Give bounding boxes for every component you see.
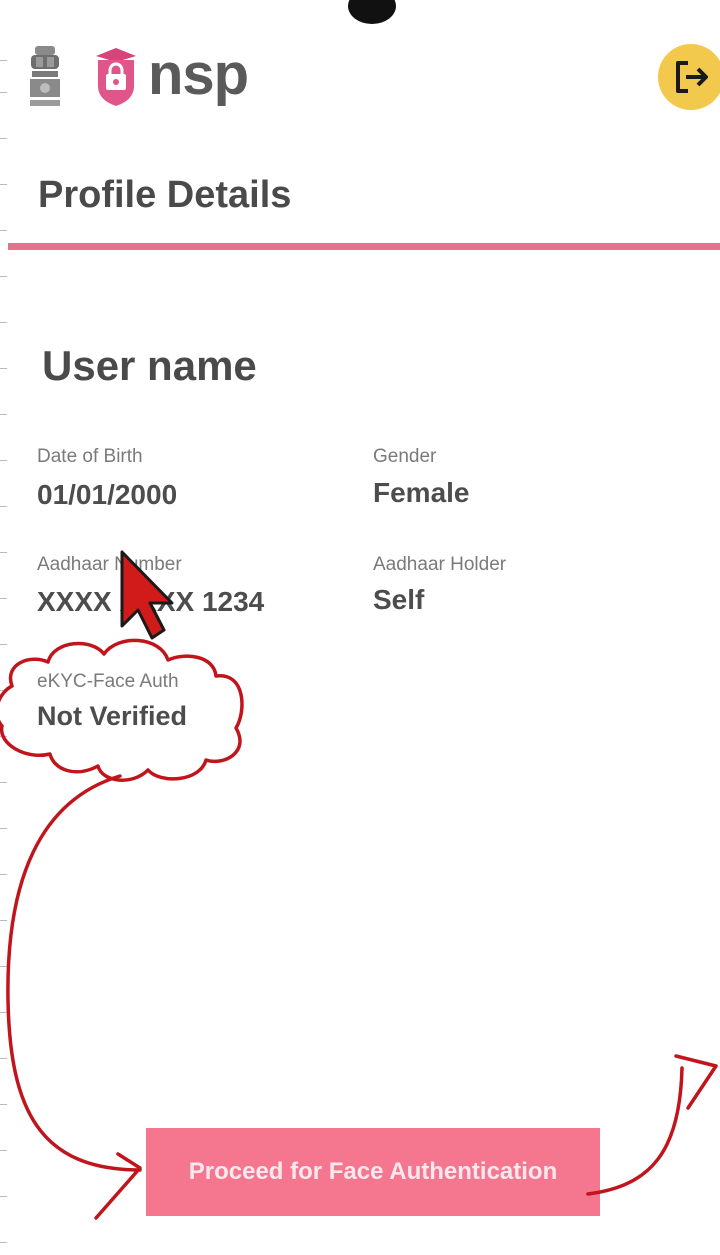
ekyc-face-auth-label: eKYC-Face Auth <box>37 671 179 692</box>
aadhaar-holder-value: Self <box>373 584 425 615</box>
dob-label: Date of Birth <box>37 446 143 467</box>
camera-notch <box>348 0 396 24</box>
nsp-shield-logo-icon <box>92 44 140 108</box>
national-emblem-icon <box>26 44 64 108</box>
user-name: User name <box>42 342 257 389</box>
gender-label: Gender <box>373 446 437 467</box>
title-divider <box>8 243 720 250</box>
curved-arrow-right <box>586 1066 684 1196</box>
app-name: nsp <box>148 42 249 107</box>
logout-button[interactable] <box>658 44 720 110</box>
aadhaar-number-value: XXXX XXXX 1234 <box>37 586 265 617</box>
edge-ticks <box>0 0 8 1255</box>
proceed-face-auth-button[interactable]: Proceed for Face Authentication <box>146 1128 600 1216</box>
curved-arrow-left <box>6 774 142 1172</box>
aadhaar-number-label: Aadhaar Number <box>37 554 182 575</box>
arrowhead-right <box>674 1054 718 1110</box>
ekyc-face-auth-value: Not Verified <box>37 701 188 731</box>
gender-value: Female <box>373 477 470 508</box>
arrowhead-left <box>94 1152 142 1220</box>
aadhaar-holder-label: Aadhaar Holder <box>373 554 507 575</box>
logout-icon <box>676 61 708 93</box>
page-title: Profile Details <box>38 174 292 216</box>
dob-value: 01/01/2000 <box>37 479 178 510</box>
